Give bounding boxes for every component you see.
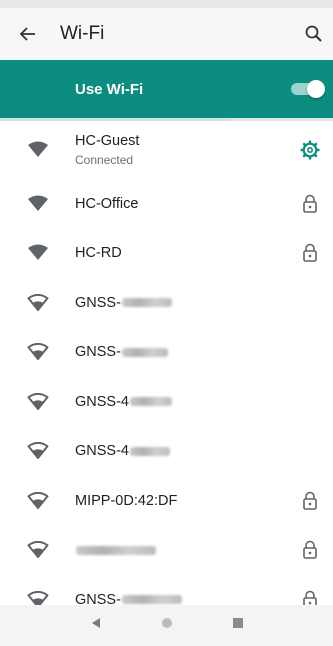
redacted-ssid [121, 347, 168, 357]
network-ssid-text: GNSS-4 [75, 443, 129, 460]
lock-icon [299, 490, 321, 512]
wifi-signal-icon [0, 491, 75, 510]
network-ssid-text: GNSS- [75, 344, 121, 361]
redacted-ssid [130, 446, 170, 456]
network-row[interactable]: GNSS-4 [0, 377, 333, 427]
network-ssid-text: MIPP-0D:42:DF [75, 492, 178, 509]
use-wifi-label: Use Wi-Fi [75, 80, 144, 98]
network-ssid-text: GNSS-4 [75, 393, 129, 410]
network-row[interactable]: GNSS-4 [0, 427, 333, 477]
lock-icon [299, 539, 321, 561]
system-navigation-bar [0, 605, 333, 646]
network-ssid: MIPP-0D:42:DF [75, 493, 333, 509]
network-row[interactable]: HC-Office [0, 179, 333, 229]
nav-back-icon[interactable] [89, 616, 103, 635]
status-bar [0, 0, 333, 8]
wifi-signal-icon [0, 541, 75, 559]
network-ssid-text: GNSS- [75, 294, 121, 311]
toggle-thumb [307, 80, 325, 98]
network-row[interactable]: HC-RD [0, 229, 333, 279]
lock-icon [299, 242, 321, 264]
network-row[interactable]: GNSS- [0, 328, 333, 378]
network-row[interactable]: HC-Guest Connected [0, 121, 333, 179]
network-ssid: HC-RD [75, 245, 333, 261]
wifi-signal-icon [0, 141, 75, 159]
network-ssid-text: HC-RD [75, 245, 122, 262]
app-toolbar: Wi-Fi [0, 8, 333, 60]
network-ssid: HC-Office [75, 196, 333, 212]
redacted-ssid [121, 595, 182, 605]
redacted-ssid [130, 397, 172, 407]
wifi-signal-icon [0, 343, 75, 361]
nav-recents-icon[interactable] [231, 616, 245, 635]
network-text: GNSS-4 [75, 394, 333, 410]
search-glyph [305, 25, 322, 42]
network-text [75, 545, 333, 555]
redacted-ssid [121, 298, 172, 308]
wifi-signal-icon [0, 293, 75, 312]
network-text: HC-Office [75, 196, 333, 212]
network-row[interactable]: MIPP-0D:42:DF [0, 476, 333, 526]
network-text: MIPP-0D:42:DF [75, 493, 333, 509]
network-status: Connected [75, 153, 134, 167]
network-ssid: GNSS- [75, 295, 333, 311]
search-icon[interactable] [301, 21, 327, 47]
back-arrow-glyph [19, 27, 35, 41]
wifi-signal-icon [0, 195, 75, 213]
use-wifi-row[interactable]: Use Wi-Fi [0, 60, 333, 118]
wifi-signal-icon [0, 392, 75, 411]
network-text: HC-RD [75, 245, 333, 261]
network-list: HC-Guest Connected HC-Office HC-RD GNSS- GNSS… [0, 121, 333, 625]
wifi-signal-icon [0, 442, 75, 460]
redacted-ssid [76, 545, 156, 555]
network-text: HC-Guest Connected [75, 133, 333, 167]
page-title: Wi-Fi [60, 23, 105, 44]
network-text: GNSS- [75, 295, 333, 311]
network-ssid: GNSS-4 [75, 443, 333, 459]
network-ssid-text: HC-Office [75, 195, 139, 212]
wifi-signal-icon [0, 244, 75, 262]
network-ssid: HC-Guest [75, 133, 333, 149]
network-text: GNSS-4 [75, 443, 333, 459]
lock-icon [299, 193, 321, 215]
wifi-toggle[interactable] [291, 80, 325, 98]
gear-icon[interactable] [299, 139, 321, 161]
nav-home-icon[interactable] [160, 616, 174, 635]
network-row[interactable] [0, 526, 333, 576]
network-ssid-text: HC-Guest [75, 133, 140, 149]
network-ssid: GNSS-4 [75, 394, 333, 410]
network-ssid: GNSS- [75, 344, 333, 360]
back-arrow-icon[interactable] [0, 8, 56, 60]
network-ssid [75, 545, 333, 555]
network-row[interactable]: GNSS- [0, 278, 333, 328]
network-text: GNSS- [75, 344, 333, 360]
